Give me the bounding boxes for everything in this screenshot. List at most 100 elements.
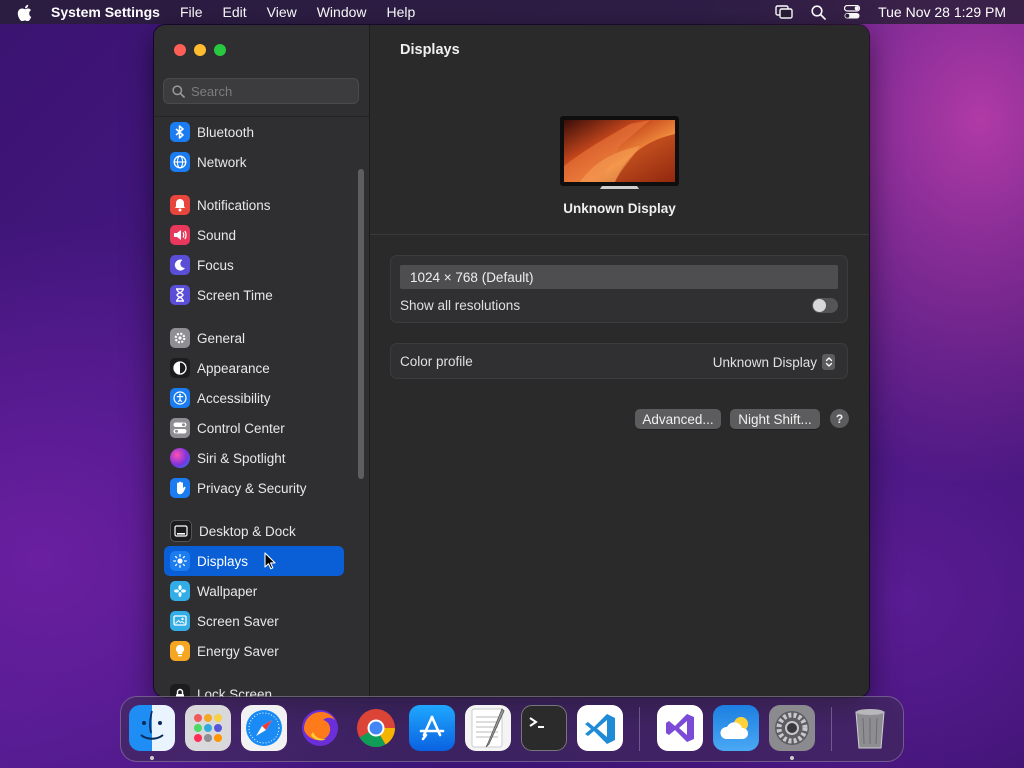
globe-icon (170, 152, 190, 172)
system-settings-icon[interactable] (769, 705, 815, 751)
menu-view[interactable]: View (267, 4, 297, 20)
control-center-icon (170, 418, 190, 438)
search-icon (172, 84, 185, 98)
screen-mirroring-icon[interactable] (775, 5, 793, 19)
zoom-window-button[interactable] (214, 44, 226, 56)
terminal-icon[interactable] (521, 705, 567, 751)
sidebar-item-screen-time[interactable]: Screen Time (164, 280, 344, 310)
control-center-icon[interactable] (844, 5, 861, 19)
sidebar-item-displays[interactable]: Displays (164, 546, 344, 576)
sidebar-item-label: Energy Saver (197, 643, 279, 659)
sidebar-search[interactable] (163, 78, 359, 104)
sidebar-item-desktop-dock[interactable]: Desktop & Dock (164, 516, 344, 546)
bluetooth-icon (170, 122, 190, 142)
sidebar-item-energy-saver[interactable]: Energy Saver (164, 636, 344, 666)
apple-menu-icon[interactable] (17, 4, 37, 21)
help-button[interactable]: ? (830, 409, 849, 428)
dock-icon (170, 520, 192, 542)
hourglass-icon (170, 285, 190, 305)
sidebar-item-label: Notifications (197, 197, 271, 213)
sidebar-item-notifications[interactable]: Notifications (164, 190, 344, 220)
hand-icon (170, 478, 190, 498)
bulb-icon (170, 641, 190, 661)
trash-icon[interactable] (847, 705, 893, 751)
color-profile-value: Unknown Display (712, 354, 817, 370)
sidebar-item-label: General (197, 330, 246, 346)
sidebar-item-label: Desktop & Dock (199, 523, 296, 539)
sidebar-item-label: Bluetooth (197, 124, 255, 140)
textedit-icon[interactable] (465, 705, 511, 751)
menu-help[interactable]: Help (387, 4, 416, 20)
wallpaper-icon (170, 581, 190, 601)
sidebar-item-label: Siri & Spotlight (197, 450, 286, 466)
sidebar: Bluetooth Network Notifications Sound (154, 25, 370, 697)
app-store-icon[interactable] (409, 705, 455, 751)
sidebar-item-wallpaper[interactable]: Wallpaper (164, 576, 344, 606)
sidebar-item-appearance[interactable]: Appearance (164, 353, 344, 383)
sidebar-item-network[interactable]: Network (164, 147, 344, 177)
menu-bar: System Settings File Edit View Window He… (0, 0, 1024, 24)
sidebar-item-general[interactable]: General (164, 323, 344, 353)
sidebar-item-focus[interactable]: Focus (164, 250, 344, 280)
dock (120, 696, 904, 762)
display-thumbnail[interactable] (560, 116, 679, 192)
menu-window[interactable]: Window (317, 4, 367, 20)
resolution-card: 1024 × 768 (Default) Show all resolution… (390, 255, 848, 323)
sidebar-item-control-center[interactable]: Control Center (164, 413, 344, 443)
visual-studio-icon[interactable] (657, 705, 703, 751)
resolution-option-default[interactable]: 1024 × 768 (Default) (400, 265, 838, 289)
menu-app-name[interactable]: System Settings (51, 4, 160, 20)
page-title: Displays (400, 42, 460, 58)
launchpad-icon[interactable] (185, 705, 231, 751)
menu-file[interactable]: File (180, 4, 203, 20)
gear-icon (170, 328, 190, 348)
search-input[interactable] (191, 83, 341, 99)
window-controls (174, 44, 226, 56)
appearance-icon (170, 358, 190, 378)
sidebar-item-label: Control Center (197, 420, 285, 436)
color-profile-label: Color profile (400, 354, 473, 369)
safari-icon[interactable] (241, 705, 287, 751)
up-down-chevron-icon (822, 354, 835, 370)
displays-pane: Displays Unknown Display 1024 × 768 (Def… (370, 25, 869, 697)
sidebar-list: Bluetooth Network Notifications Sound Fo… (154, 117, 369, 697)
spotlight-search-icon[interactable] (811, 4, 827, 20)
sidebar-item-screen-saver[interactable]: Screen Saver (164, 606, 344, 636)
advanced-button[interactable]: Advanced... (635, 409, 721, 429)
sidebar-item-label: Sound (197, 227, 237, 243)
section-divider (370, 234, 869, 235)
close-window-button[interactable] (174, 44, 186, 56)
bell-icon (170, 195, 190, 215)
sun-icon (170, 551, 190, 571)
color-profile-select[interactable]: Unknown Display (713, 354, 835, 370)
chrome-icon[interactable] (353, 705, 399, 751)
finder-icon[interactable] (129, 705, 175, 751)
show-all-resolutions-label: Show all resolutions (400, 298, 521, 313)
minimize-window-button[interactable] (194, 44, 206, 56)
night-shift-button[interactable]: Night Shift... (730, 409, 820, 429)
menu-edit[interactable]: Edit (223, 4, 247, 20)
sidebar-item-label: Wallpaper (197, 583, 258, 599)
dock-separator (639, 707, 640, 751)
system-settings-window: Bluetooth Network Notifications Sound (154, 25, 869, 697)
sidebar-item-siri-spotlight[interactable]: Siri & Spotlight (164, 443, 344, 473)
sidebar-item-privacy-security[interactable]: Privacy & Security (164, 473, 344, 503)
sidebar-item-label: Accessibility (197, 390, 271, 406)
display-name: Unknown Display (563, 201, 676, 216)
show-all-resolutions-toggle[interactable] (812, 298, 838, 313)
firefox-icon[interactable] (297, 705, 343, 751)
sidebar-scrollbar[interactable] (358, 169, 364, 479)
sidebar-item-label: Network (197, 154, 247, 170)
moon-icon (170, 255, 190, 275)
sidebar-item-sound[interactable]: Sound (164, 220, 344, 250)
sidebar-item-accessibility[interactable]: Accessibility (164, 383, 344, 413)
menu-clock[interactable]: Tue Nov 28 1:29 PM (878, 4, 1006, 20)
running-indicator (150, 756, 154, 760)
accessibility-icon (170, 388, 190, 408)
vscode-icon[interactable] (577, 705, 623, 751)
dock-separator (831, 707, 832, 751)
weather-icon[interactable] (713, 705, 759, 751)
sidebar-item-bluetooth[interactable]: Bluetooth (164, 117, 344, 147)
sidebar-item-lock-screen[interactable]: Lock Screen (164, 679, 344, 697)
sidebar-item-label: Screen Time (197, 287, 273, 303)
